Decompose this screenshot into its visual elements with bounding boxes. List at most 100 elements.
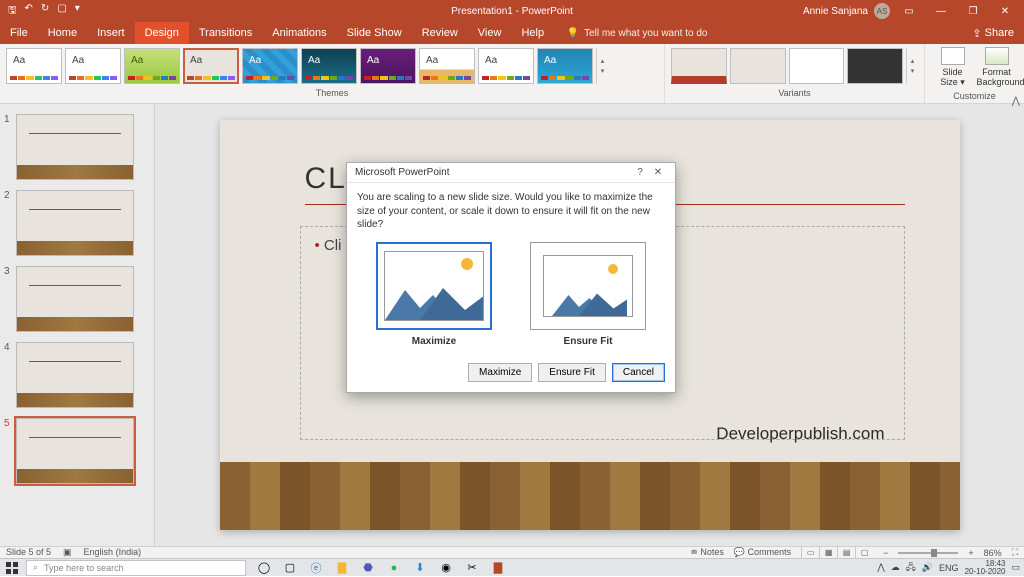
minimize-icon[interactable]: — (928, 6, 954, 17)
variants-more-button[interactable]: ▴▾ (906, 48, 918, 84)
option-ensure-fit[interactable]: Ensure Fit (530, 242, 646, 347)
view-normal-icon[interactable]: ▭ (801, 547, 819, 559)
theme-thumb[interactable]: Aa (65, 48, 121, 84)
view-sorter-icon[interactable]: ▦ (819, 547, 837, 559)
qat-dropdown-icon[interactable]: ▾ (75, 3, 80, 20)
variant-thumb[interactable] (671, 48, 727, 84)
dialog-help-icon[interactable]: ? (631, 167, 649, 178)
group-label: Variants (665, 88, 924, 100)
comments-button[interactable]: 💬 Comments (734, 547, 791, 558)
variant-thumb[interactable] (847, 48, 903, 84)
slide-thumbnail[interactable]: 3 (0, 264, 154, 340)
tab-insert[interactable]: Insert (87, 22, 135, 44)
customize-group: Slide Size ▾ Format Background Customize (924, 44, 1024, 103)
themes-more-button[interactable]: ▴▾ (596, 48, 608, 84)
cancel-button[interactable]: Cancel (612, 363, 665, 382)
tab-view[interactable]: View (468, 22, 512, 44)
tell-me-search[interactable]: 💡 Tell me what you want to do (566, 22, 707, 44)
view-slideshow-icon[interactable]: ▢ (855, 547, 873, 559)
dialog-titlebar[interactable]: Microsoft PowerPoint ? ✕ (347, 163, 675, 183)
slide-thumbnail[interactable]: 4 (0, 340, 154, 416)
theme-thumb[interactable]: Aa (537, 48, 593, 84)
theme-thumb[interactable]: Aa (478, 48, 534, 84)
tab-slideshow[interactable]: Slide Show (337, 22, 412, 44)
theme-thumb[interactable]: Aa (183, 48, 239, 84)
format-background-button[interactable]: Format Background (977, 47, 1017, 88)
redo-icon[interactable]: ↻ (41, 3, 49, 20)
quick-access-toolbar: 🖫 ↶ ↻ ▢ ▾ (0, 3, 80, 20)
powerpoint-icon[interactable]: ▇ (486, 559, 510, 577)
themes-group: Aa Aa Aa Aa Aa Aa Aa Aa Aa Aa ▴▾ Themes (0, 44, 664, 103)
tab-design[interactable]: Design (135, 22, 189, 44)
maximize-button[interactable]: Maximize (468, 363, 532, 382)
start-from-beginning-icon[interactable]: ▢ (57, 3, 66, 20)
clock[interactable]: 18:43 20-10-2020 (965, 560, 1006, 576)
tab-animations[interactable]: Animations (262, 22, 336, 44)
tab-review[interactable]: Review (412, 22, 468, 44)
theme-thumb[interactable]: Aa (124, 48, 180, 84)
language-icon[interactable]: ENG (939, 563, 959, 573)
share-button[interactable]: ⇪ Share (962, 22, 1024, 44)
theme-thumb[interactable]: Aa (301, 48, 357, 84)
explorer-icon[interactable]: ▇ (330, 559, 354, 577)
zoom-level[interactable]: 86% (984, 548, 1002, 558)
group-label: Customize (953, 91, 996, 103)
ribbon-tabs: File Home Insert Design Transitions Anim… (0, 22, 1024, 44)
ribbon-display-icon[interactable]: ▭ (896, 6, 922, 17)
zoom-out-icon[interactable]: − (883, 548, 888, 558)
volume-icon[interactable]: 🔊 (922, 562, 933, 573)
task-view-icon[interactable]: ▢ (278, 559, 302, 577)
spellcheck-icon[interactable]: ▣ (63, 547, 72, 558)
tray-expand-icon[interactable]: ⋀ (877, 562, 884, 573)
edge-icon[interactable]: ⓔ (304, 559, 328, 577)
theme-thumb[interactable]: Aa (6, 48, 62, 84)
title-bar: 🖫 ↶ ↻ ▢ ▾ Presentation1 - PowerPoint Ann… (0, 0, 1024, 22)
language-indicator[interactable]: English (India) (84, 547, 142, 558)
slide-thumbnail[interactable]: 2 (0, 188, 154, 264)
save-icon[interactable]: 🖫 (8, 3, 17, 20)
spotify-icon[interactable]: ● (382, 559, 406, 577)
slide-thumbnail[interactable]: 5 (0, 416, 154, 492)
notes-button[interactable]: ≐ Notes (690, 547, 724, 558)
action-center-icon[interactable]: ▭ (1011, 562, 1020, 573)
taskbar-search[interactable]: ⌕ Type here to search (26, 560, 246, 576)
close-icon[interactable]: ✕ (992, 6, 1018, 17)
tab-file[interactable]: File (0, 22, 38, 44)
undo-icon[interactable]: ↶ (25, 3, 33, 20)
dialog-message: You are scaling to a new slide size. Wou… (357, 191, 665, 232)
cortana-icon[interactable]: ◯ (252, 559, 276, 577)
theme-thumb[interactable]: Aa (419, 48, 475, 84)
theme-thumb[interactable]: Aa (242, 48, 298, 84)
zoom-in-icon[interactable]: + (968, 548, 973, 558)
variant-thumb[interactable] (789, 48, 845, 84)
share-icon: ⇪ (972, 27, 981, 40)
restore-icon[interactable]: ❐ (960, 6, 986, 17)
option-label: Maximize (376, 336, 492, 347)
teams-icon[interactable]: ⬣ (356, 559, 380, 577)
windows-icon (6, 562, 18, 574)
windows-taskbar: ⌕ Type here to search ◯ ▢ ⓔ ▇ ⬣ ● ⬇ ◉ ✂ … (0, 558, 1024, 576)
network-icon[interactable]: 🖧 (906, 560, 916, 576)
ensure-fit-button[interactable]: Ensure Fit (538, 363, 606, 382)
store-icon[interactable]: ⬇ (408, 559, 432, 577)
slide-size-button[interactable]: Slide Size ▾ (933, 47, 973, 88)
dialog-title: Microsoft PowerPoint (355, 167, 631, 178)
snip-icon[interactable]: ✂ (460, 559, 484, 577)
fit-to-window-icon[interactable]: ⛶ (1012, 547, 1018, 558)
onedrive-icon[interactable]: ☁ (891, 562, 900, 573)
variant-thumb[interactable] (730, 48, 786, 84)
start-button[interactable] (0, 559, 24, 577)
view-reading-icon[interactable]: ▤ (837, 547, 855, 559)
tab-transitions[interactable]: Transitions (189, 22, 262, 44)
avatar[interactable]: AS (874, 3, 890, 19)
chrome-icon[interactable]: ◉ (434, 559, 458, 577)
tab-help[interactable]: Help (511, 22, 554, 44)
watermark-text: Developerpublish.com (716, 424, 884, 444)
option-maximize[interactable]: Maximize (376, 242, 492, 347)
slide-thumbnail[interactable]: 1 (0, 112, 154, 188)
slide-count[interactable]: Slide 5 of 5 (6, 547, 51, 558)
zoom-slider[interactable] (898, 552, 958, 554)
tab-home[interactable]: Home (38, 22, 87, 44)
theme-thumb[interactable]: Aa (360, 48, 416, 84)
dialog-close-icon[interactable]: ✕ (649, 167, 667, 178)
